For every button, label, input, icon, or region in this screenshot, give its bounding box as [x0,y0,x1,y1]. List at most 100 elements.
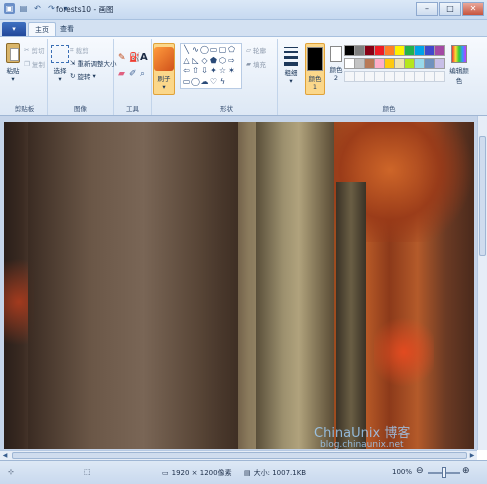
rounded-rectangle-shape-icon[interactable]: ▢ [218,45,227,54]
four-point-star-shape-icon[interactable]: ✦ [209,66,218,75]
scroll-right-arrow-icon[interactable]: ▶ [467,451,477,460]
horizontal-scroll-thumb[interactable] [12,452,467,459]
magnifier-icon: ⌕ [140,69,146,79]
window-title: forests10 - 画图 [56,5,114,14]
color1-button[interactable]: 颜色 1 [305,43,325,95]
undo-icon[interactable]: ↶ [32,3,43,14]
five-point-star-shape-icon[interactable]: ☆ [218,66,227,75]
scroll-left-arrow-icon[interactable]: ◀ [0,451,10,460]
triangle-shape-icon[interactable]: △ [182,56,191,65]
right-triangle-shape-icon[interactable]: ◺ [191,56,200,65]
shapes-group: ╲ ∿ ◯ ▭ ▢ ⬠ △ ◺ ◇ ⬟ ⬡ ⇨ ⇦ ⇧ ⇩ ✦ ☆ ✶ ▭ ◯ … [176,39,278,115]
crop-label: 裁剪 [75,47,89,55]
resize-button[interactable]: ⇲ 重新调整大小 [70,58,116,68]
line-shape-icon[interactable]: ╲ [182,45,191,54]
image-dimensions-label: 1920 × 1200像素 [171,469,232,477]
eraser-button[interactable]: ▰ [118,69,125,79]
crop-button[interactable]: ⌗ 裁剪 [70,45,89,56]
cursor-position-icon: ⊹ [8,468,14,476]
rotate-button[interactable]: ↻ 旋转 ▾ [70,71,96,81]
save-icon[interactable]: ▤ [18,3,29,14]
curve-shape-icon[interactable]: ∿ [191,45,200,54]
cut-button[interactable]: ✂ 剪切 [24,45,44,55]
color-palette [344,45,454,93]
size-button[interactable]: 粗细 ▾ [281,45,301,85]
zoom-out-icon[interactable]: ⊖ [416,466,424,476]
horizontal-scrollbar[interactable]: ◀ ▶ [0,450,477,460]
close-button[interactable]: ✕ [462,2,484,16]
copy-label: 复制 [31,61,45,69]
paste-dropdown-icon: ▾ [11,75,15,83]
color2-label: 颜色 2 [329,66,343,82]
copy-button[interactable]: ❐ 复制 [24,59,45,69]
brushes-button[interactable]: 刷子 ▾ [153,43,175,95]
brushes-dropdown-icon: ▾ [162,83,166,91]
palette-color-swatch[interactable] [434,58,445,69]
color2-swatch [330,46,342,62]
up-arrow-shape-icon[interactable]: ⇧ [191,66,200,75]
vertical-scrollbar[interactable] [477,116,487,450]
vertical-scroll-thumb[interactable] [479,136,486,256]
rectangle-shape-icon[interactable]: ▭ [209,45,218,54]
maximize-button[interactable]: □ [439,2,461,16]
shapes-gallery[interactable]: ╲ ∿ ◯ ▭ ▢ ⬠ △ ◺ ◇ ⬟ ⬡ ⇨ ⇦ ⇧ ⇩ ✦ ☆ ✶ ▭ ◯ … [180,43,242,89]
tools-group-label: 工具 [126,105,139,113]
minimize-button[interactable]: – [416,2,438,16]
drawing-canvas[interactable]: ChinaUnix 博客 blog.chinaunix.net [4,122,474,449]
magnifier-button[interactable]: ⌕ [140,69,145,79]
watermark-logo: ChinaUnix 博客 [314,426,411,441]
resize-icon: ⇲ [70,59,76,67]
zoom-in-icon[interactable]: ⊕ [462,466,470,476]
diamond-shape-icon[interactable]: ◇ [200,56,209,65]
edit-colors-label: 编辑颜色 [449,67,469,85]
select-label: 选择 [53,67,67,75]
fill-button[interactable]: ⛽ [129,53,140,63]
lightning-shape-icon[interactable]: ϟ [218,77,227,86]
callout-oval-shape-icon[interactable]: ◯ [191,77,200,86]
palette-color-swatch[interactable] [434,45,445,56]
outline-icon: ▱ [246,46,251,54]
clipboard-group-label: 剪贴板 [14,105,35,113]
oval-shape-icon[interactable]: ◯ [200,45,209,54]
tab-home[interactable]: 主页 [28,22,56,36]
select-button[interactable]: 选择 ▾ [51,45,69,83]
left-arrow-shape-icon[interactable]: ⇦ [182,66,191,75]
crop-icon: ⌗ [70,45,74,54]
callout-rect-shape-icon[interactable]: ▭ [182,77,191,86]
selection-size-icon: ⬚ [84,468,91,476]
pentagon-shape-icon[interactable]: ⬟ [209,56,218,65]
image-group: 选择 ▾ ⌗ 裁剪 ⇲ 重新调整大小 ↻ 旋转 ▾ 图像 [48,39,116,115]
fill-shape-button[interactable]: ▰ 填充 [246,59,266,69]
cloud-callout-shape-icon[interactable]: ☁ [200,77,209,86]
color-picker-button[interactable]: ✐ [129,69,137,79]
colors-group: 颜色 1 颜色 2 编辑颜色 颜色 [304,39,474,115]
tab-view[interactable]: 查看 [54,22,80,36]
polygon-shape-icon[interactable]: ⬠ [227,45,236,54]
hexagon-shape-icon[interactable]: ⬡ [218,56,227,65]
brushes-label: 刷子 [157,75,171,83]
six-point-star-shape-icon[interactable]: ✶ [227,66,236,75]
down-arrow-shape-icon[interactable]: ⇩ [200,66,209,75]
pencil-button[interactable]: ✎ [118,53,126,63]
custom-color-slot[interactable] [434,71,445,82]
watermark-url: blog.chinaunix.net [320,440,404,449]
right-arrow-shape-icon[interactable]: ⇨ [227,56,236,65]
fill-shape-icon: ▰ [246,60,251,68]
size-label: 粗细 [284,69,298,77]
paint-menu-button[interactable]: ▾ [2,22,26,36]
text-button[interactable]: A [140,52,148,63]
canvas-workspace: ChinaUnix 博客 blog.chinaunix.net [0,116,487,450]
heart-shape-icon[interactable]: ♡ [209,77,218,86]
image-group-label: 图像 [74,105,87,113]
file-size-icon: ▤ [244,469,251,477]
window-controls: – □ ✕ [416,2,484,16]
paste-label: 粘贴 [6,67,20,75]
image-dimensions-icon: ▭ [162,469,169,477]
paste-button[interactable]: 粘贴 ▾ [5,43,21,83]
paint-app-icon[interactable]: ▣ [4,3,15,14]
edit-colors-button[interactable]: 编辑颜色 [448,45,470,85]
color2-button[interactable]: 颜色 2 [327,46,345,82]
zoom-slider-thumb[interactable] [442,467,446,478]
clipboard-icon [6,43,20,63]
outline-button[interactable]: ▱ 轮廓 [246,45,266,55]
